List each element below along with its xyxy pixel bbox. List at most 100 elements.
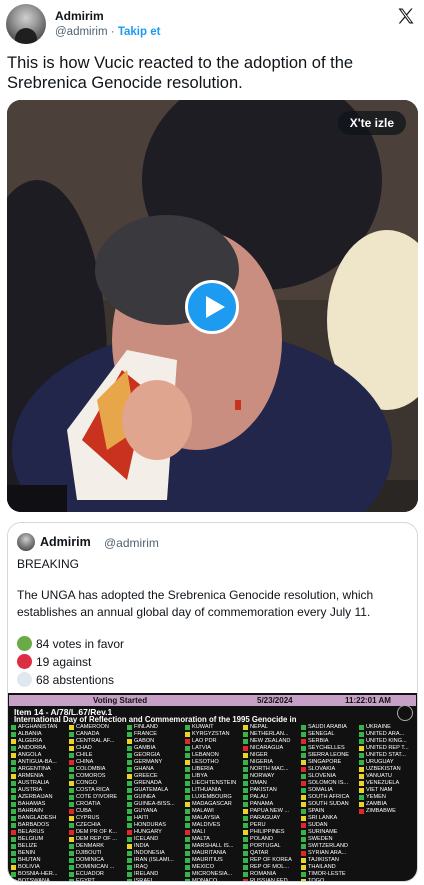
watch-on-x-button[interactable]: X'te izle bbox=[337, 111, 406, 135]
vote-entry: SOMALIA bbox=[301, 787, 359, 794]
vote-column: CAMEROON CANADA CENTRAL AF... CHAD CHILE CHIN… bbox=[69, 724, 127, 881]
vote-entry: LESOTHO bbox=[185, 759, 243, 766]
vote-entry: NIGER bbox=[243, 752, 301, 759]
vote-entry: POLAND bbox=[243, 836, 301, 843]
vote-entry: EGYPT bbox=[69, 878, 127, 881]
vote-entry: CAMEROON bbox=[69, 724, 127, 731]
vote-entry: MEXICO bbox=[185, 864, 243, 871]
vote-entry: COTE D'IVOIRE bbox=[69, 794, 127, 801]
author-name[interactable]: Admirim bbox=[55, 9, 104, 23]
vote-entry: UKRAINE bbox=[359, 724, 416, 731]
vote-entry: URUGUAY bbox=[359, 759, 416, 766]
vote-entry: BENIN bbox=[11, 850, 69, 857]
vote-entry: CHINA bbox=[69, 759, 127, 766]
vote-entry: COMOROS bbox=[69, 773, 127, 780]
vote-entry: PALAU bbox=[243, 794, 301, 801]
vote-entry: SOUTH SUDAN bbox=[301, 801, 359, 808]
quoted-author-name: Admirim bbox=[40, 535, 91, 549]
vote-entry: ANTIGUA-BA... bbox=[11, 759, 69, 766]
vote-entry: CONGO bbox=[69, 780, 127, 787]
vote-entry: NEW ZEALAND bbox=[243, 738, 301, 745]
tweet-text: This is how Vucic reacted to the adoptio… bbox=[7, 54, 354, 92]
vote-entry: UNITED REP T... bbox=[359, 745, 416, 752]
vote-entry: COLOMBIA bbox=[69, 766, 127, 773]
quoted-body: The UNGA has adopted the Srebrenica Geno… bbox=[17, 588, 374, 619]
vote-entry: BARBADOS bbox=[11, 822, 69, 829]
vote-column: NEPAL NETHERLAN... NEW ZEALAND NICARAGUA NIG… bbox=[243, 724, 301, 881]
vote-entry: BAHRAIN bbox=[11, 808, 69, 815]
vote-entry: GUINEA bbox=[127, 794, 185, 801]
follow-button[interactable]: Takip et bbox=[118, 26, 161, 38]
vote-entry: LEBANON bbox=[185, 752, 243, 759]
vote-entry: CHAD bbox=[69, 745, 127, 752]
vote-entry: DOMINICAN ... bbox=[69, 864, 127, 871]
vote-entry: CZECHIA bbox=[69, 822, 127, 829]
quoted-tweet[interactable]: Admirim @admirim BREAKING The UNGA has a… bbox=[7, 522, 418, 882]
vote-entry: OMAN bbox=[243, 780, 301, 787]
vote-entry: GUYANA bbox=[127, 808, 185, 815]
vote-time: 11:22:01 AM bbox=[345, 696, 391, 705]
white-circle-icon bbox=[17, 672, 32, 687]
vote-entry: PORTUGAL bbox=[243, 843, 301, 850]
poll-label: 19 against bbox=[36, 655, 92, 669]
vote-entry: SYRIAN ARA... bbox=[301, 850, 359, 857]
video-player[interactable]: X'te izle bbox=[7, 100, 418, 512]
vote-entry: SWITZERLAND bbox=[301, 843, 359, 850]
vote-entry: QATAR bbox=[243, 850, 301, 857]
vote-column: SAUDI ARABIA SENEGAL SERBIA SEYCHELLES SIERR… bbox=[301, 724, 359, 881]
vote-entry: NICARAGUA bbox=[243, 745, 301, 752]
vote-entry: INDONESIA bbox=[127, 850, 185, 857]
vote-entry: DEM REP OF ... bbox=[69, 836, 127, 843]
vote-entry: GUATEMALA bbox=[127, 787, 185, 794]
vote-entry: BHUTAN bbox=[11, 857, 69, 864]
vote-entry: BAHAMAS bbox=[11, 801, 69, 808]
author-avatar[interactable] bbox=[6, 4, 46, 44]
vote-entry: MALAWI bbox=[185, 808, 243, 815]
un-emblem-icon bbox=[397, 705, 413, 721]
vote-entry: HONDURAS bbox=[127, 822, 185, 829]
vote-entry: GRENADA bbox=[127, 780, 185, 787]
vote-entry: UNITED STAT... bbox=[359, 752, 416, 759]
red-circle-icon bbox=[17, 654, 32, 669]
author-handle[interactable]: @admirim bbox=[55, 26, 108, 38]
vote-column: AFGHANISTAN ALBANIA ALGERIA ANDORRA ANGOLA AN… bbox=[11, 724, 69, 881]
vote-entry: ROMANIA bbox=[243, 871, 301, 878]
poll-label: 68 abstentions bbox=[36, 673, 115, 687]
vote-entry: PAKISTAN bbox=[243, 787, 301, 794]
vote-entry: MARSHALL IS... bbox=[185, 843, 243, 850]
vote-entry: NORTH MAC... bbox=[243, 766, 301, 773]
vote-entry: HAITI bbox=[127, 815, 185, 822]
vote-entry: ANDORRA bbox=[11, 745, 69, 752]
vote-entry: SIERRA LEONE bbox=[301, 752, 359, 759]
vote-entry: UZBEKISTAN bbox=[359, 766, 416, 773]
play-button[interactable] bbox=[185, 280, 239, 334]
vote-entry: MADAGASCAR bbox=[185, 801, 243, 808]
poll-label: 84 votes in favor bbox=[36, 637, 125, 651]
quoted-author-avatar bbox=[17, 533, 35, 551]
play-icon bbox=[206, 296, 225, 318]
vote-entry: CUBA bbox=[69, 808, 127, 815]
vote-entry: PAPUA NEW ... bbox=[243, 808, 301, 815]
vote-entry: VENEZUELA bbox=[359, 780, 416, 787]
x-logo-icon[interactable] bbox=[396, 6, 416, 26]
vote-entry: GABON bbox=[127, 738, 185, 745]
vote-entry: ALBANIA bbox=[11, 731, 69, 738]
vote-entry: CYPRUS bbox=[69, 815, 127, 822]
vote-column: KUWAIT KYRGYZSTAN LAO PDR LATVIA LEBANON LESO… bbox=[185, 724, 243, 881]
vote-entry: NORWAY bbox=[243, 773, 301, 780]
vote-entry: SUDAN bbox=[301, 822, 359, 829]
vote-entry: MAURITIUS bbox=[185, 857, 243, 864]
vote-entry: RUSSIAN FED... bbox=[243, 878, 301, 881]
vote-entry: LUXEMBOURG bbox=[185, 794, 243, 801]
vote-entry: VANUATU bbox=[359, 773, 416, 780]
vote-entry: LIBYA bbox=[185, 773, 243, 780]
vote-entry: KYRGYZSTAN bbox=[185, 731, 243, 738]
vote-entry: SENEGAL bbox=[301, 731, 359, 738]
vote-entry: FINLAND bbox=[127, 724, 185, 731]
vote-entry: HUNGARY bbox=[127, 829, 185, 836]
vote-columns: AFGHANISTAN ALBANIA ALGERIA ANDORRA ANGOLA AN… bbox=[11, 724, 416, 881]
vote-entry: SERBIA bbox=[301, 738, 359, 745]
quoted-author-handle: @admirim bbox=[104, 536, 159, 550]
vote-entry: BOTSWANA bbox=[11, 878, 69, 881]
vote-column: UKRAINE UNITED ARA... UNITED KING... UNITED… bbox=[359, 724, 416, 815]
